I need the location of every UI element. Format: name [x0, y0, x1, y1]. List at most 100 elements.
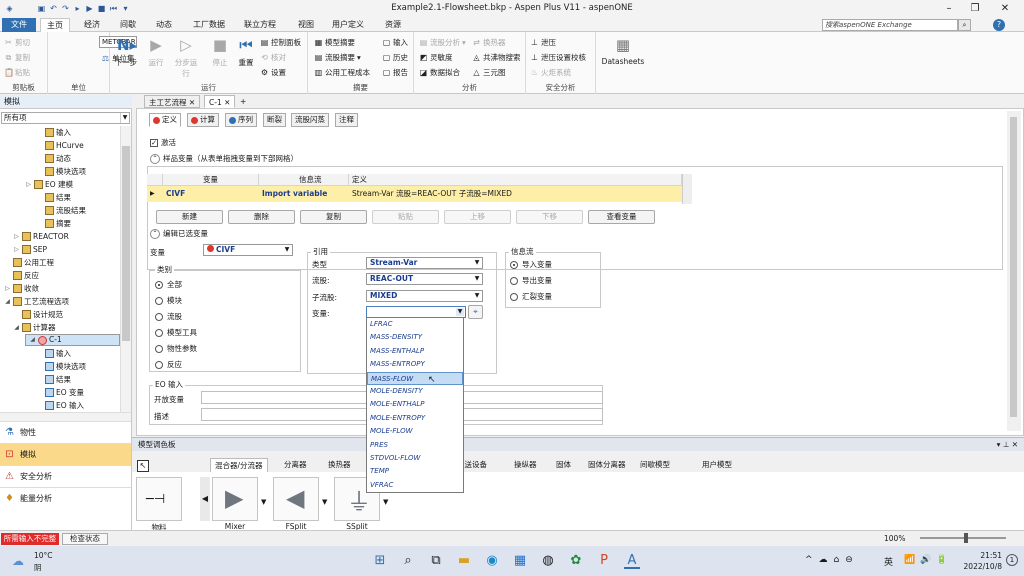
view-variable-button[interactable]: 查看变量: [588, 210, 655, 224]
row-indicator-icon[interactable]: ▶: [147, 186, 163, 202]
close-icon[interactable]: ✕: [224, 98, 230, 107]
subtab-comments[interactable]: 注释: [335, 113, 358, 127]
subtab-tears[interactable]: 断裂: [263, 113, 286, 127]
tree-item[interactable]: 结果: [36, 373, 71, 386]
dropdown-option[interactable]: MOLE-DENSITY: [367, 385, 463, 398]
zoom-slider-knob[interactable]: [964, 533, 968, 543]
tab-file[interactable]: 文件: [2, 18, 36, 32]
clock-time[interactable]: 21:51: [972, 551, 1002, 560]
dropdown-option[interactable]: VFRAC: [367, 479, 463, 492]
palette-tab[interactable]: 间歇模型: [636, 458, 674, 472]
palette-fsplit[interactable]: ◀: [273, 477, 319, 521]
chevron-down-icon[interactable]: ▼: [473, 275, 481, 283]
weather-icon[interactable]: ☁: [12, 554, 24, 568]
table-cell-definition[interactable]: Stream-Var 流股=REAC-OUT 子流股=MIXED: [349, 186, 682, 202]
store-icon[interactable]: ▦: [512, 553, 528, 569]
category-radio-streams[interactable]: 流股: [155, 311, 182, 322]
expand-toggle-icon[interactable]: ▷: [13, 243, 20, 256]
edit-selected-variable-header[interactable]: ⌃ 编辑已选变量: [150, 228, 208, 239]
collapse-icon[interactable]: ⌃: [150, 153, 160, 164]
azeotrope-search-button[interactable]: ◬ 共沸物搜索: [472, 52, 520, 63]
navigation-vertical-scrollbar[interactable]: [120, 126, 131, 412]
chevron-down-icon[interactable]: ▼: [473, 259, 481, 267]
cut-button[interactable]: ✂ 剪切: [4, 37, 30, 48]
chevron-down-icon[interactable]: ▼: [473, 292, 481, 300]
palette-material-stream[interactable]: ─⊣: [136, 477, 182, 521]
tree-item[interactable]: 输入: [36, 347, 71, 360]
nav-safety-analysis[interactable]: ⚠ 安全分析: [0, 465, 131, 487]
start-icon[interactable]: ⊞: [372, 553, 388, 569]
navigation-filter-select[interactable]: 所有项 ▼: [1, 112, 130, 124]
palette-tab[interactable]: 用户模型: [698, 458, 736, 472]
tab-home[interactable]: 主页: [40, 18, 70, 33]
dropdown-option[interactable]: MASS-DENSITY: [367, 331, 463, 344]
tab-view[interactable]: 视图: [292, 18, 320, 32]
palette-mixer[interactable]: ▶: [212, 477, 258, 521]
palette-tab[interactable]: 分离器: [280, 458, 311, 472]
dropdown-option[interactable]: STDVOL-FLOW: [367, 452, 463, 465]
expand-toggle-icon[interactable]: ◢: [4, 295, 11, 308]
chevron-down-icon[interactable]: ▼: [283, 246, 291, 254]
collapse-icon[interactable]: ⌃: [150, 228, 160, 239]
substream-select[interactable]: MIXED ▼: [366, 290, 483, 302]
nav-energy-analysis[interactable]: ♦ 能量分析: [0, 487, 131, 509]
tree-item[interactable]: ◢ C-1: [25, 334, 120, 346]
check-status-button[interactable]: 检查状态: [62, 533, 108, 545]
step-button[interactable]: ▷ 分步运行: [174, 35, 198, 79]
nav-simulation[interactable]: ⊡ 模拟: [0, 443, 131, 465]
expand-toggle-icon[interactable]: ▷: [25, 178, 32, 191]
table-cell-info-flow[interactable]: Import variable: [259, 186, 349, 202]
move-down-button[interactable]: 下移: [516, 210, 583, 224]
dropdown-option[interactable]: PRES: [367, 439, 463, 452]
pin-close-icon[interactable]: ▾ ⊥ ✕: [997, 438, 1018, 451]
table-cell-variable[interactable]: CIVF: [163, 186, 259, 202]
report-button[interactable]: ▢ 报告: [382, 67, 408, 78]
reconcile-button[interactable]: ⟲ 核对: [260, 52, 286, 63]
sampled-variables-header[interactable]: ⌃ 样品变量（从表单拖拽变量到下部网格）: [150, 153, 298, 164]
network-volume-icons[interactable]: 📶🔊🔋: [904, 555, 953, 565]
input-button[interactable]: ▢ 输入: [382, 37, 408, 48]
category-radio-blocks[interactable]: 模块: [155, 295, 182, 306]
new-button[interactable]: 新建: [156, 210, 223, 224]
dropdown-option[interactable]: MASS-ENTHALP: [367, 345, 463, 358]
tree-item[interactable]: ▷ REACTOR: [13, 230, 69, 243]
dropdown-option[interactable]: MOLE-ENTROPY: [367, 412, 463, 425]
stream-analysis-button[interactable]: ▤ 流股分析 ▾: [419, 37, 466, 48]
tab-main-flowsheet[interactable]: 主工艺流程 ✕: [144, 95, 201, 108]
active-checkbox[interactable]: ✓ 激活: [150, 137, 176, 148]
tree-item[interactable]: ◢ 工艺流程选项: [4, 295, 69, 308]
tab-plant-data[interactable]: 工厂数据: [187, 18, 231, 32]
form-vertical-scrollbar[interactable]: [1007, 111, 1021, 431]
help-icon[interactable]: ?: [993, 19, 1005, 31]
subtab-stream-flash[interactable]: 流股闪蒸: [291, 113, 329, 127]
utility-cost-button[interactable]: ▥ 公用工程成本: [314, 67, 370, 78]
task-view-icon[interactable]: ⧉: [428, 553, 444, 569]
flare-system-button[interactable]: ♨ 火炬系统: [530, 67, 571, 78]
tab-equation-oriented[interactable]: 联立方程: [238, 18, 282, 32]
tree-item[interactable]: 公用工程: [4, 256, 54, 269]
tab-batch[interactable]: 间歇: [114, 18, 142, 32]
close-button[interactable]: ✕: [994, 2, 1016, 16]
dropdown-option[interactable]: TEMP: [367, 465, 463, 478]
tab-economics[interactable]: 经济: [78, 18, 106, 32]
run-button[interactable]: ▶ 运行: [144, 35, 168, 68]
tab-customize[interactable]: 用户定义: [326, 18, 370, 32]
tree-item[interactable]: 模块选项: [36, 165, 86, 178]
palette-scroll-left[interactable]: ◀: [200, 477, 210, 521]
dropdown-option[interactable]: MOLE-FLOW: [367, 425, 463, 438]
minimize-button[interactable]: –: [938, 2, 960, 16]
history-button[interactable]: ▢ 历史: [382, 52, 408, 63]
palette-tab[interactable]: 换热器: [324, 458, 355, 472]
close-icon[interactable]: ✕: [189, 98, 195, 107]
model-summary-button[interactable]: ▦ 模型摘要: [314, 37, 355, 48]
chevron-down-icon[interactable]: ▼: [456, 308, 464, 316]
chevron-down-icon[interactable]: ▼: [261, 498, 266, 506]
weather-temp[interactable]: 10°C: [34, 551, 53, 560]
dropdown-option[interactable]: LFRAC: [367, 318, 463, 331]
new-tab-button[interactable]: +: [236, 95, 250, 108]
tree-item[interactable]: 动态: [36, 152, 71, 165]
tree-item[interactable]: 模块选项: [36, 360, 86, 373]
palette-tab[interactable]: 固体分离器: [584, 458, 630, 472]
subtab-calculate[interactable]: 计算: [187, 113, 219, 127]
expand-toggle-icon[interactable]: ▷: [13, 230, 20, 243]
